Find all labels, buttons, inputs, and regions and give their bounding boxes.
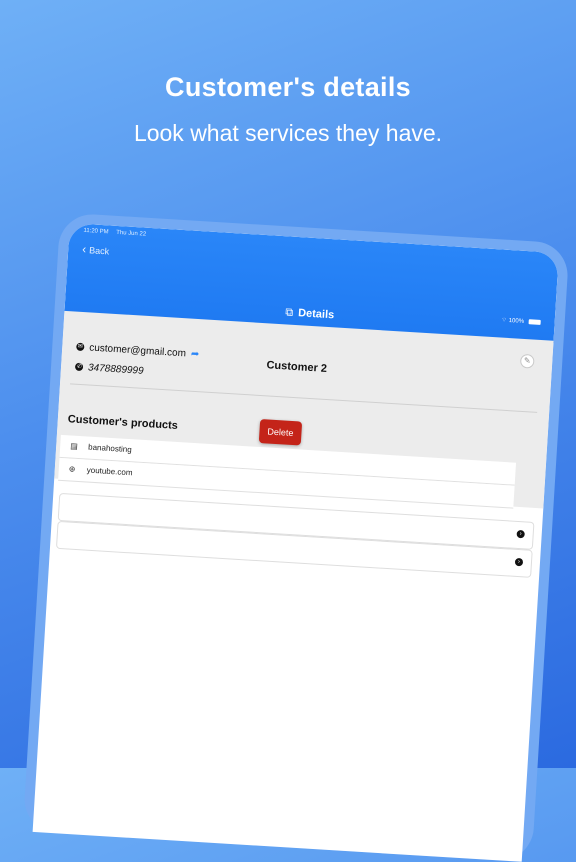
customer-phone[interactable]: 3478889999 [88, 362, 144, 376]
mail-icon: ✉ [76, 343, 85, 352]
customer-email-row: ✉ customer@gmail.com ➦ [76, 342, 200, 360]
hero-subtitle: Look what services they have. [133, 120, 443, 146]
customer-card: ✉ customer@gmail.com ➦ ✆ 3478889999 Custome… [54, 310, 554, 509]
status-date: Thu Jun 22 [115, 229, 147, 238]
scan-icon: ⧉ [284, 306, 294, 319]
server-icon: ▤ [69, 441, 79, 451]
divider [69, 383, 538, 413]
status-time: 11:20 PM [83, 227, 109, 236]
product-label: banahosting [87, 442, 132, 455]
phone-icon: ✆ [74, 362, 84, 372]
chevron-left-icon: ‹ [81, 241, 87, 257]
status-bar-left: 11:20 PM Thu Jun 22 [83, 228, 152, 238]
share-icon[interactable]: ➦ [191, 349, 200, 360]
tablet-device-frame: 11:20 PM Thu Jun 22 ‹ Back ⌔ 100% ⧉ Detail… [22, 212, 570, 862]
product-label: youtube.com [86, 465, 133, 478]
customer-email[interactable]: customer@gmail.com [89, 342, 186, 359]
globe-icon: ⊕ [68, 464, 76, 474]
back-button[interactable]: ‹ Back [82, 242, 110, 258]
tablet-screen: 11:20 PM Thu Jun 22 ‹ Back ⌔ 100% ⧉ Detail… [32, 223, 559, 862]
delete-button[interactable]: Delete [258, 419, 303, 446]
hero-title: Customer's details [165, 72, 411, 102]
page-title-label: Details [297, 307, 335, 322]
back-label: Back [88, 245, 110, 257]
products-heading: Customer's products [67, 413, 179, 432]
customer-phone-row: ✆ 3478889999 [74, 362, 144, 377]
customer-name: Customer 2 [266, 359, 328, 375]
chevron-right-icon: › [514, 557, 524, 567]
chevron-right-icon: › [516, 529, 525, 539]
